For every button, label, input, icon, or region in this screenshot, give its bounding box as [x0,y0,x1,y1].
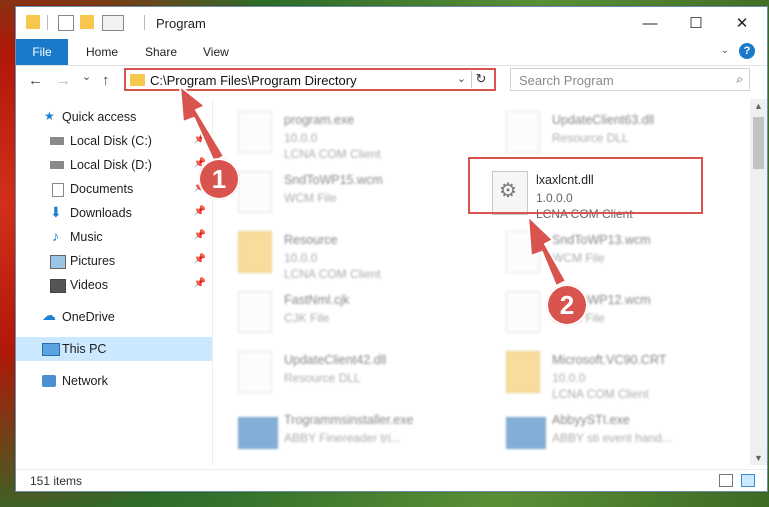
step-1-badge: 1 [198,158,240,200]
annotation-arrows [179,85,567,287]
arrow-2 [527,215,567,287]
arrow-1 [179,85,225,163]
step-2-badge: 2 [546,284,588,326]
